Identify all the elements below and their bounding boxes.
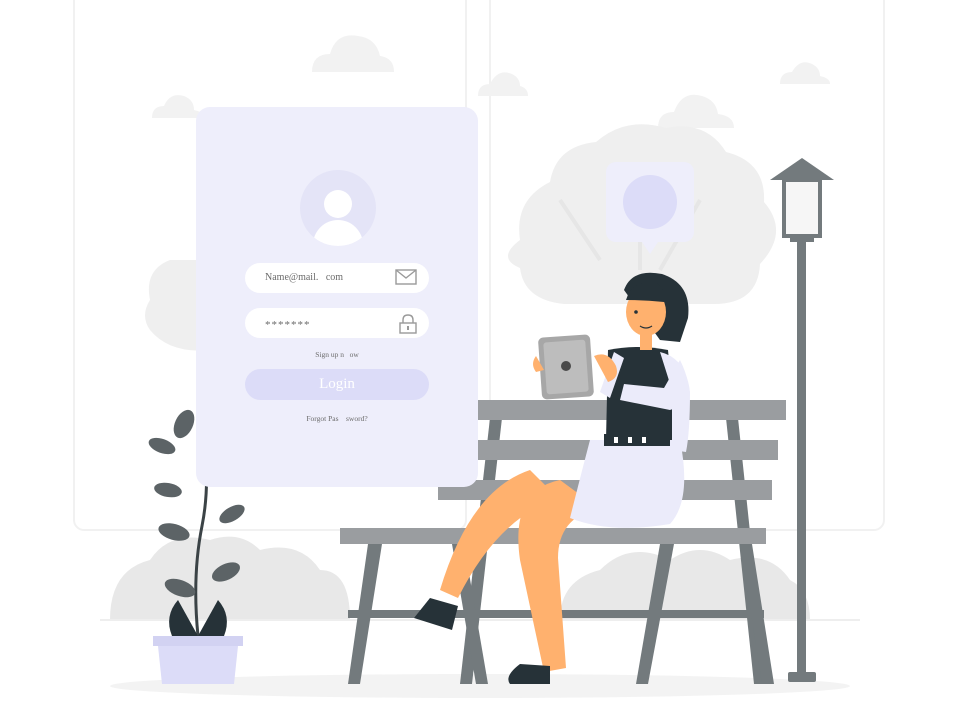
login-card: [196, 107, 478, 487]
login-button[interactable]: Login: [245, 369, 429, 400]
bubble-avatar-icon: [623, 175, 677, 229]
password-mask: *******: [265, 319, 311, 331]
email-placeholder: Name@mail. com: [265, 272, 344, 283]
illustration-scene: [73, 0, 885, 698]
avatar-body: [313, 220, 363, 246]
forgot-password-link[interactable]: Forgot Pas sword?: [245, 414, 429, 423]
email-field[interactable]: Name@mail. com: [245, 263, 429, 293]
avatar-head: [324, 190, 352, 218]
password-field[interactable]: *******: [245, 308, 429, 338]
speech-bubble: [606, 162, 694, 254]
lock-icon: [399, 314, 417, 339]
user-avatar-icon: [300, 170, 376, 246]
signup-link[interactable]: Sign up n ow: [245, 350, 429, 359]
bush-right: [560, 550, 810, 620]
envelope-icon: [395, 269, 417, 290]
